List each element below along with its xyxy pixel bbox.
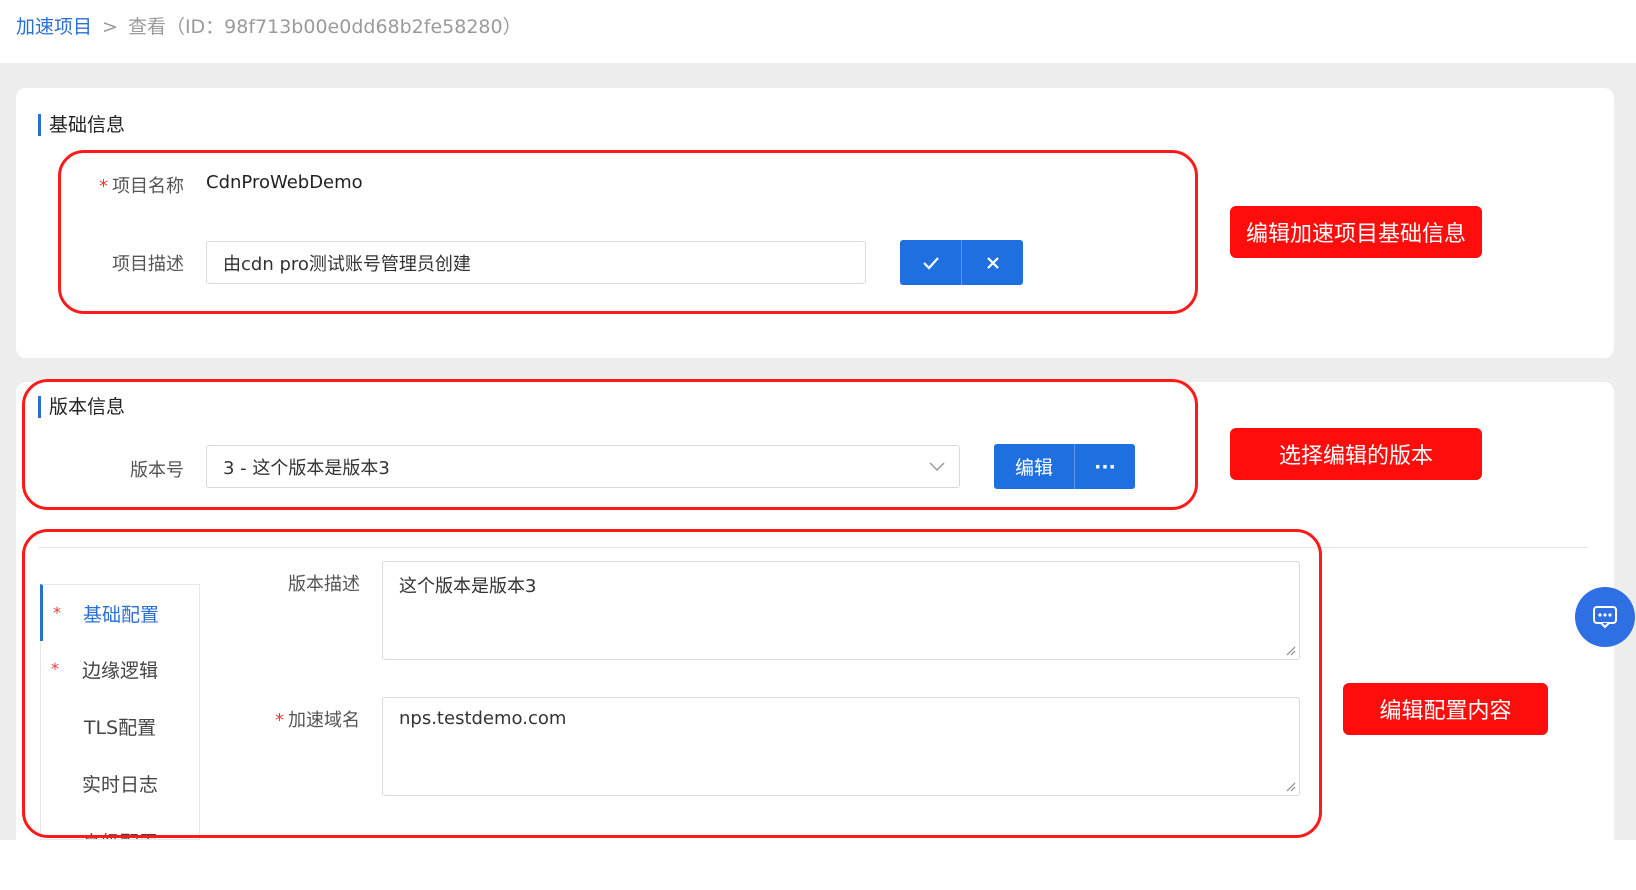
annotation-box-config bbox=[22, 529, 1322, 838]
basic-info-title: 基础信息 bbox=[38, 114, 125, 136]
chat-icon bbox=[1593, 606, 1617, 629]
top-bar: 加速项目 > 查看（ID：98f713b00e0dd68b2fe58280） bbox=[0, 0, 1636, 64]
page: 加速项目 > 查看（ID：98f713b00e0dd68b2fe58280） 基础信… bbox=[0, 0, 1636, 890]
breadcrumb: 加速项目 > 查看（ID：98f713b00e0dd68b2fe58280） bbox=[16, 12, 522, 39]
annotation-tag-select-version: 选择编辑的版本 bbox=[1230, 428, 1482, 480]
annotation-box-version bbox=[22, 379, 1198, 510]
annotation-tag-edit-basic: 编辑加速项目基础信息 bbox=[1230, 206, 1482, 258]
annotation-box-basic-info bbox=[58, 150, 1198, 314]
breadcrumb-current: 查看（ID：98f713b00e0dd68b2fe58280） bbox=[127, 16, 522, 38]
annotation-tag-edit-config: 编辑配置内容 bbox=[1343, 683, 1548, 735]
chat-button[interactable] bbox=[1575, 587, 1635, 647]
breadcrumb-separator: > bbox=[102, 16, 118, 38]
breadcrumb-parent-link[interactable]: 加速项目 bbox=[16, 16, 92, 38]
